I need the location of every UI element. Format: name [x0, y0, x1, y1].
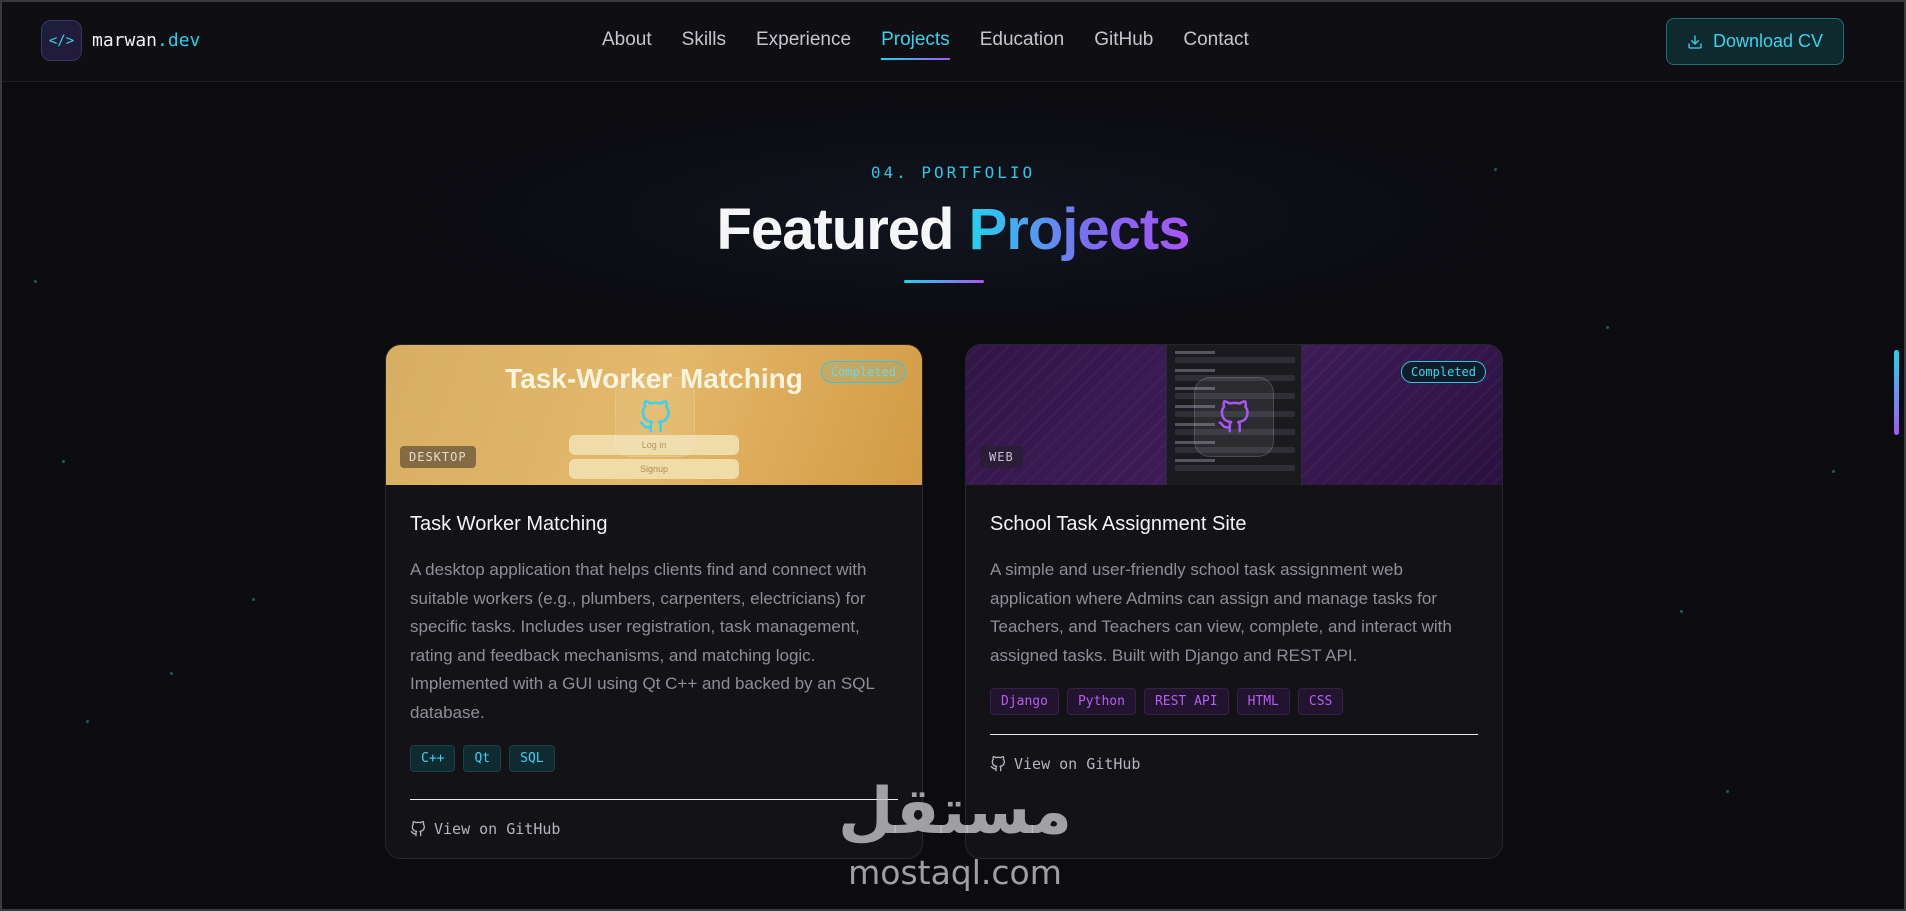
- card-divider: [990, 734, 1478, 735]
- download-cv-button[interactable]: Download CV: [1666, 18, 1844, 65]
- section-eyebrow: 04. PORTFOLIO: [870, 163, 1036, 182]
- status-badge: Completed: [1400, 361, 1486, 383]
- tech-stack: C++ Qt SQL: [410, 745, 898, 772]
- project-title: School Task Assignment Site: [990, 513, 1247, 535]
- category-tag: WEB: [980, 446, 1023, 468]
- section-title-plain: Featured: [716, 197, 969, 262]
- tech-chip: SQL: [509, 745, 555, 772]
- project-description: A desktop application that helps clients…: [410, 560, 875, 722]
- tech-chip: Qt: [463, 745, 502, 772]
- nav-link-skills[interactable]: Skills: [682, 29, 726, 51]
- category-tag: DESKTOP: [400, 446, 476, 468]
- brand-name-text: marwan: [92, 30, 158, 51]
- nav-link-github[interactable]: GitHub: [1094, 29, 1153, 51]
- title-underline: [904, 280, 984, 283]
- project-title: Task Worker Matching: [410, 513, 608, 535]
- nav-links: About Skills Experience Projects Educati…: [602, 29, 1279, 60]
- download-cv-label: Download CV: [1712, 31, 1824, 51]
- scroll-indicator[interactable]: [1894, 350, 1899, 435]
- top-navbar: </> marwan.dev About Skills Experience P…: [0, 0, 1906, 82]
- watermark-latin: mostaql.com: [848, 853, 1062, 892]
- code-icon-glyph: </>: [48, 32, 75, 49]
- github-overlay[interactable]: [615, 377, 695, 457]
- brand-tld: .dev: [157, 30, 201, 51]
- brand-name: marwan.dev: [92, 30, 200, 51]
- project-description: A simple and user-friendly school task a…: [990, 560, 1452, 665]
- github-icon: [1218, 400, 1249, 433]
- section-title-accent: Projects: [968, 197, 1191, 262]
- nav-link-about[interactable]: About: [602, 29, 652, 51]
- tech-chip: C++: [410, 745, 456, 772]
- card-body: School Task Assignment Site A simple and…: [966, 485, 1502, 773]
- brand-logo[interactable]: </> marwan.dev: [41, 20, 200, 61]
- code-icon: </>: [41, 20, 82, 61]
- tech-stack: Django Python REST API HTML CSS: [990, 688, 1478, 715]
- thumbnail-signup-button: Signup: [569, 459, 739, 479]
- status-badge: Completed: [820, 361, 906, 383]
- view-on-github-link[interactable]: View on GitHub: [410, 820, 898, 838]
- project-thumbnail: Completed WEB: [966, 345, 1502, 485]
- tech-chip: HTML: [1236, 688, 1290, 715]
- section-title: Featured Projects: [0, 196, 1906, 263]
- view-on-github-link[interactable]: View on GitHub: [990, 755, 1478, 773]
- view-on-github-label: View on GitHub: [434, 820, 561, 838]
- card-divider: [410, 799, 898, 800]
- watermark-arabic: مستقل: [837, 775, 1073, 849]
- tech-chip: REST API: [1143, 688, 1229, 715]
- github-icon: [990, 756, 1005, 772]
- download-icon: [1688, 34, 1702, 49]
- nav-link-experience[interactable]: Experience: [756, 29, 851, 51]
- view-on-github-label: View on GitHub: [1014, 755, 1141, 773]
- github-overlay[interactable]: [1194, 377, 1274, 457]
- tech-chip: Django: [990, 688, 1059, 715]
- github-icon: [410, 821, 425, 837]
- tech-chip: CSS: [1297, 688, 1344, 715]
- nav-link-projects[interactable]: Projects: [881, 29, 950, 60]
- project-thumbnail: Task-Worker Matching Log in Signup Compl…: [386, 345, 922, 485]
- tech-chip: Python: [1066, 688, 1136, 715]
- nav-link-contact[interactable]: Contact: [1183, 29, 1248, 51]
- github-icon: [639, 400, 670, 433]
- nav-link-education[interactable]: Education: [980, 29, 1065, 51]
